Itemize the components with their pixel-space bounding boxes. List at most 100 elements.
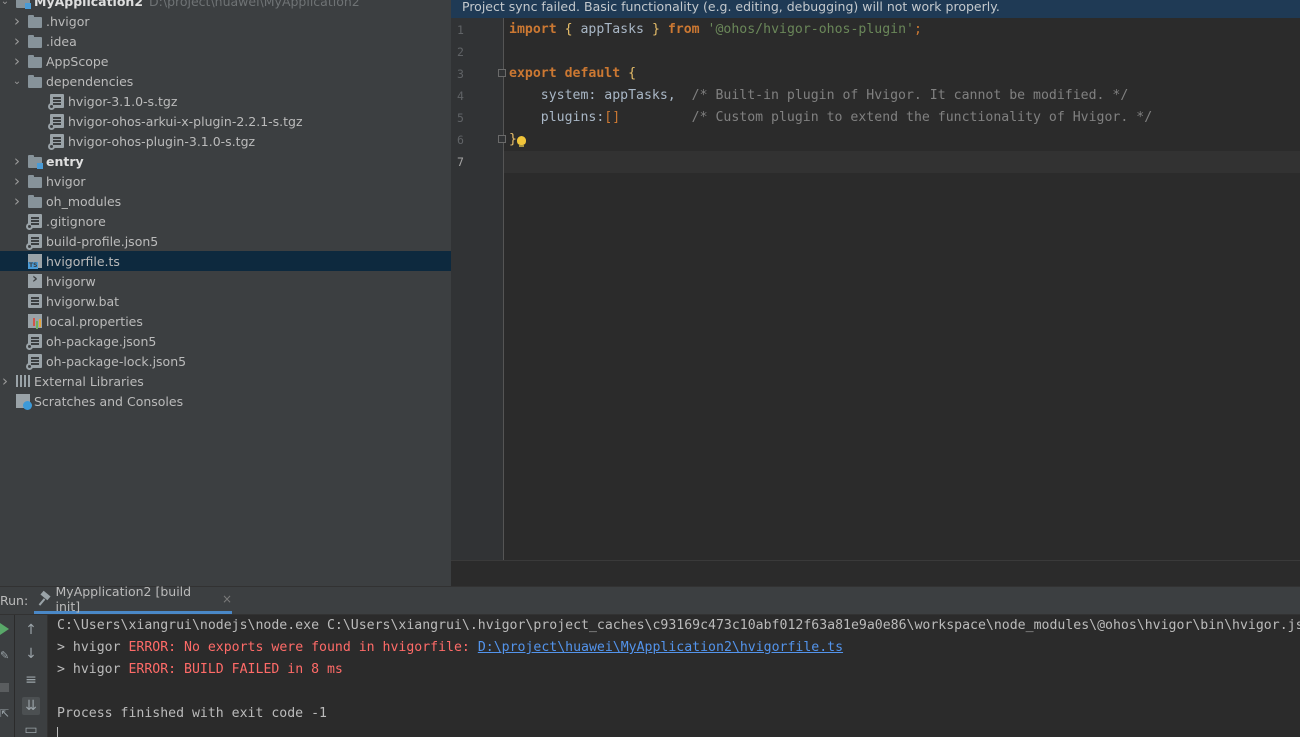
comment: /* Custom plugin to extend the functiona… (691, 110, 1153, 125)
code-line-4: system: appTasks, /* Built-in plugin of … (509, 85, 1129, 107)
brace: } (644, 22, 668, 37)
config-file-icon (26, 354, 42, 370)
chevron-right-icon[interactable]: › (0, 371, 10, 391)
tree-item[interactable]: .gitignore (0, 211, 451, 231)
brace: { (556, 22, 581, 37)
typescript-file-icon (28, 254, 42, 269)
tree-item-label: build-profile.json5 (46, 233, 159, 249)
chevron-right-icon[interactable]: › (12, 171, 22, 191)
tree-item[interactable]: hvigor-ohos-plugin-3.1.0-s.tgz (0, 131, 451, 151)
run-tool-window: Run: MyApplication2 [build init] × ✎ ⇱ ↑… (0, 584, 1300, 737)
array-literal: [] (604, 110, 621, 125)
tree-item[interactable]: › hvigor (0, 171, 451, 191)
tree-item[interactable]: › AppScope (0, 51, 451, 71)
tree-item[interactable]: oh-package.json5 (0, 331, 451, 351)
tree-item[interactable]: ⌄ MyApplication2 D:\project\huawei\MyAppli… (0, 0, 451, 11)
scroll-to-end-icon[interactable]: ⇊ (22, 697, 40, 715)
chevron-down-icon[interactable]: ⌄ (12, 71, 22, 91)
soft-wrap-icon[interactable]: ≡ (22, 671, 40, 689)
line-number: 6 (457, 133, 464, 147)
tree-item[interactable]: oh-package-lock.json5 (0, 351, 451, 371)
tree-item[interactable]: hvigor-3.1.0-s.tgz (0, 91, 451, 111)
tree-item-label: oh_modules (46, 193, 122, 209)
tree-item[interactable]: › .idea (0, 31, 451, 51)
code-area[interactable]: import { appTasks } from '@ohos/hvigor-o… (509, 18, 1299, 560)
folder-icon (28, 34, 42, 48)
tree-item[interactable]: ⌄ dependencies (0, 71, 451, 91)
code-line-6: } (509, 129, 517, 151)
executable-file-icon (28, 271, 42, 288)
console-error-line: > hvigor ERROR: No exports were found in… (57, 637, 843, 659)
tree-item[interactable]: hvigorfile.ts (0, 251, 451, 271)
tree-item-label: MyApplication2 (34, 0, 144, 9)
arrow-up-icon[interactable]: ↑ (22, 621, 40, 639)
console-prefix: > hvigor (57, 640, 129, 655)
restore-layout-icon[interactable]: ⇱ (0, 707, 12, 720)
tree-item[interactable]: › oh_modules (0, 191, 451, 211)
property-plugins: plugins: (509, 110, 605, 125)
console-exit-line: Process finished with exit code -1 (57, 706, 327, 721)
chevron-down-icon[interactable]: ⌄ (0, 0, 10, 11)
rerun-icon[interactable] (0, 623, 9, 635)
tree-item-label: oh-package.json5 (46, 333, 157, 349)
chevron-right-icon[interactable]: › (12, 11, 22, 31)
tree-item[interactable]: hvigorw (0, 271, 451, 291)
print-icon[interactable]: ▭ (22, 721, 40, 737)
tree-item-label: External Libraries (34, 373, 144, 389)
wrench-icon[interactable]: ✎ (0, 649, 12, 662)
chevron-right-icon[interactable]: › (12, 51, 22, 71)
chevron-right-icon[interactable]: › (12, 151, 22, 171)
console-cursor (57, 727, 58, 737)
tree-item-label: dependencies (46, 73, 134, 89)
tree-item-label: hvigorw.bat (46, 293, 120, 309)
console-command-line: C:\Users\xiangrui\nodejs\node.exe C:\Use… (57, 618, 1300, 633)
tree-item[interactable]: hvigor-ohos-arkui-x-plugin-2.2.1-s.tgz (0, 111, 451, 131)
editor-footer (451, 560, 1300, 587)
code-line-1: import { appTasks } from '@ohos/hvigor-o… (509, 19, 922, 41)
run-toolbar: ↑ ↓ ≡ ⇊ ▭ (15, 615, 48, 737)
arrow-down-icon[interactable]: ↓ (22, 645, 40, 663)
fold-toggle-icon[interactable] (498, 69, 506, 77)
folder-icon (28, 174, 42, 188)
chevron-right-icon[interactable]: › (12, 31, 22, 51)
console-output[interactable]: C:\Users\xiangrui\nodejs\node.exe C:\Use… (57, 615, 1300, 737)
stop-icon[interactable] (0, 683, 9, 692)
file-icon (28, 294, 42, 308)
tree-item-label: local.properties (46, 313, 143, 329)
tree-item-label: .hvigor (46, 13, 90, 29)
project-root-icon (16, 0, 31, 9)
archive-file-icon (48, 134, 64, 150)
tree-item[interactable]: › .hvigor (0, 11, 451, 31)
archive-file-icon (48, 94, 64, 110)
project-path: D:\project\huawei\MyApplication2 (149, 0, 360, 9)
module-folder-icon (28, 154, 43, 169)
tree-item[interactable]: › External Libraries (0, 371, 451, 391)
tree-item[interactable]: build-profile.json5 (0, 231, 451, 251)
chevron-right-icon[interactable]: › (12, 191, 22, 211)
config-file-icon (26, 334, 42, 350)
fold-toggle-icon[interactable] (498, 135, 506, 143)
code-editor: Project sync failed. Basic functionality… (451, 0, 1300, 587)
tree-item[interactable]: › entry (0, 151, 451, 171)
close-icon[interactable]: × (222, 592, 232, 606)
error-message: ERROR: BUILD FAILED in 8 ms (128, 662, 343, 677)
run-tab-build-init[interactable]: MyApplication2 [build init] × (34, 584, 232, 614)
tree-item[interactable]: Scratches and Consoles (0, 391, 451, 411)
hvigorfile-link[interactable]: D:\project\huawei\MyApplication2\hvigorf… (478, 640, 843, 655)
folder-icon (28, 194, 42, 208)
libraries-icon (16, 374, 30, 388)
tree-item-label: AppScope (46, 53, 109, 69)
tree-item[interactable]: hvigorw.bat (0, 291, 451, 311)
tree-item[interactable]: local.properties (0, 311, 451, 331)
tree-item-label: hvigor-ohos-arkui-x-plugin-2.2.1-s.tgz (68, 113, 303, 129)
string-literal: '@ohos/hvigor-ohos-plugin' (707, 22, 914, 37)
